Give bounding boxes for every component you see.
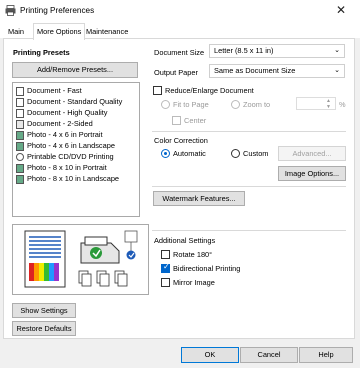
printer-icon [5,5,16,16]
list-item[interactable]: Document - Fast [16,86,82,96]
presets-heading: Printing Presets [13,48,70,57]
list-item[interactable]: Document - 2-Sided [16,119,93,129]
center-label: Center [184,116,207,125]
list-item[interactable]: Photo - 8 x 10 in Landscape [16,174,119,184]
two-sided-document-icon [16,119,24,129]
automatic-radio[interactable] [161,149,170,158]
custom-label: Custom [243,149,269,158]
chevron-down-icon: ⌄ [334,67,340,74]
fit-to-page-radio[interactable] [161,100,170,109]
output-paper-label: Output Paper [154,68,198,77]
photo-icon [16,130,24,140]
image-options-button[interactable]: Image Options... [278,166,346,181]
divider [152,186,346,187]
list-item[interactable]: Photo - 4 x 6 in Landscape [16,141,115,151]
photo-icon [16,163,24,173]
help-button[interactable]: Help [299,347,353,363]
mirror-image-label: Mirror Image [173,278,215,287]
zoom-to-label: Zoom to [243,100,271,109]
list-item[interactable]: Photo - 4 x 6 in Portrait [16,130,103,140]
advanced-button[interactable]: Advanced... [278,146,346,161]
close-icon[interactable]: ✕ [336,3,346,17]
document-size-label: Document Size [154,48,205,57]
percent-label: % [339,100,346,109]
document-size-select[interactable]: Letter (8.5 x 11 in) ⌄ [209,44,345,58]
window-title: Printing Preferences [20,6,95,15]
restore-defaults-button[interactable]: Restore Defaults [12,321,76,336]
mirror-image-checkbox[interactable] [161,278,170,287]
zoom-to-radio[interactable] [231,100,240,109]
tab-main[interactable]: Main [5,26,27,38]
center-checkbox[interactable] [172,116,181,125]
ok-button[interactable]: OK [181,347,239,363]
document-icon [16,97,24,107]
reduce-enlarge-checkbox[interactable] [153,86,162,95]
list-item[interactable]: Printable CD/DVD Printing [16,152,114,162]
chevron-down-icon: ⌄ [334,47,340,54]
divider [152,131,346,132]
list-item[interactable]: Photo - 8 x 10 in Portrait [16,163,107,173]
custom-radio[interactable] [231,149,240,158]
cancel-button[interactable]: Cancel [240,347,298,363]
add-remove-presets-button[interactable]: Add/Remove Presets... [12,62,138,78]
tab-maintenance[interactable]: Maintenance [83,26,131,38]
list-item[interactable]: Document - Standard Quality [16,97,122,107]
color-correction-heading: Color Correction [154,136,208,145]
reduce-enlarge-label: Reduce/Enlarge Document [165,86,254,95]
divider [152,230,346,231]
presets-list: Document - Fast Document - Standard Qual… [12,82,140,217]
show-settings-button[interactable]: Show Settings [12,303,76,318]
fit-to-page-label: Fit to Page [173,100,209,109]
preview-illustration [24,230,138,288]
document-icon [16,108,24,118]
tab-more-options[interactable]: More Options [33,23,86,40]
zoom-percent-spinner[interactable]: ▲ ▼ [296,97,336,110]
output-paper-select[interactable]: Same as Document Size ⌄ [209,64,345,78]
automatic-label: Automatic [173,149,206,158]
photo-icon [16,141,24,151]
list-item[interactable]: Document - High Quality [16,108,108,118]
bidirectional-printing-checkbox[interactable] [161,262,170,273]
disc-icon [16,153,24,162]
document-icon [16,86,24,96]
watermark-features-button[interactable]: Watermark Features... [153,191,245,206]
additional-settings-heading: Additional Settings [154,236,216,245]
photo-icon [16,174,24,184]
bidirectional-printing-label: Bidirectional Printing [173,264,241,273]
rotate-180-label: Rotate 180° [173,250,213,259]
rotate-180-checkbox[interactable] [161,250,170,259]
title-bar: Printing Preferences ✕ [0,0,360,22]
print-preview [12,224,149,295]
spinner-arrows-icon: ▲ ▼ [326,98,331,110]
